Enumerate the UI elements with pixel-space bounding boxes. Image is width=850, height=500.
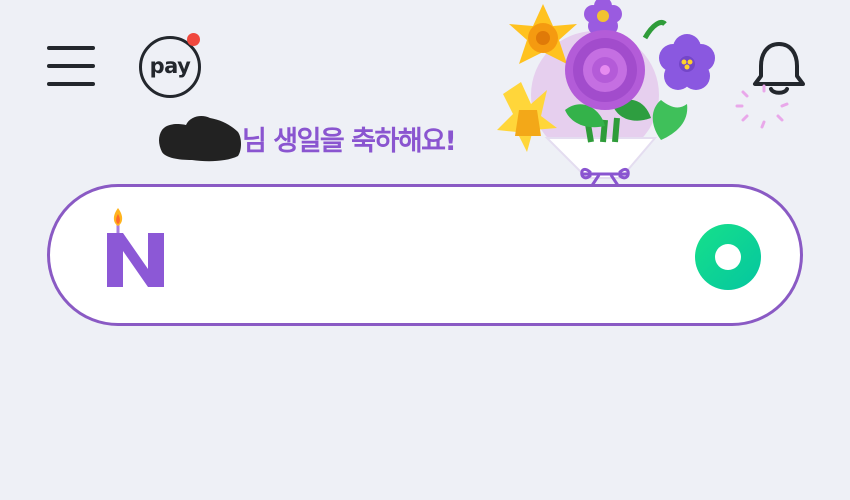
flower-bouquet-icon (497, 0, 715, 188)
pay-button[interactable]: pay (139, 33, 201, 98)
pay-label: pay (149, 54, 191, 78)
menu-line (47, 64, 95, 68)
sparkle-decoration-icon (735, 84, 789, 129)
birthday-greeting: 님 생일을 축하해요! (158, 108, 457, 164)
pay-notification-dot (187, 33, 200, 46)
redaction-mark (159, 116, 241, 162)
search-input[interactable] (190, 229, 674, 283)
menu-line (47, 82, 95, 86)
menu-line (47, 46, 95, 50)
search-box[interactable] (47, 184, 803, 326)
naver-birthday-logo-icon (107, 208, 164, 287)
menu-button[interactable] (44, 42, 98, 90)
greeting-text: 님 생일을 축하해요! (242, 125, 457, 157)
green-circle-icon[interactable] (694, 223, 762, 291)
